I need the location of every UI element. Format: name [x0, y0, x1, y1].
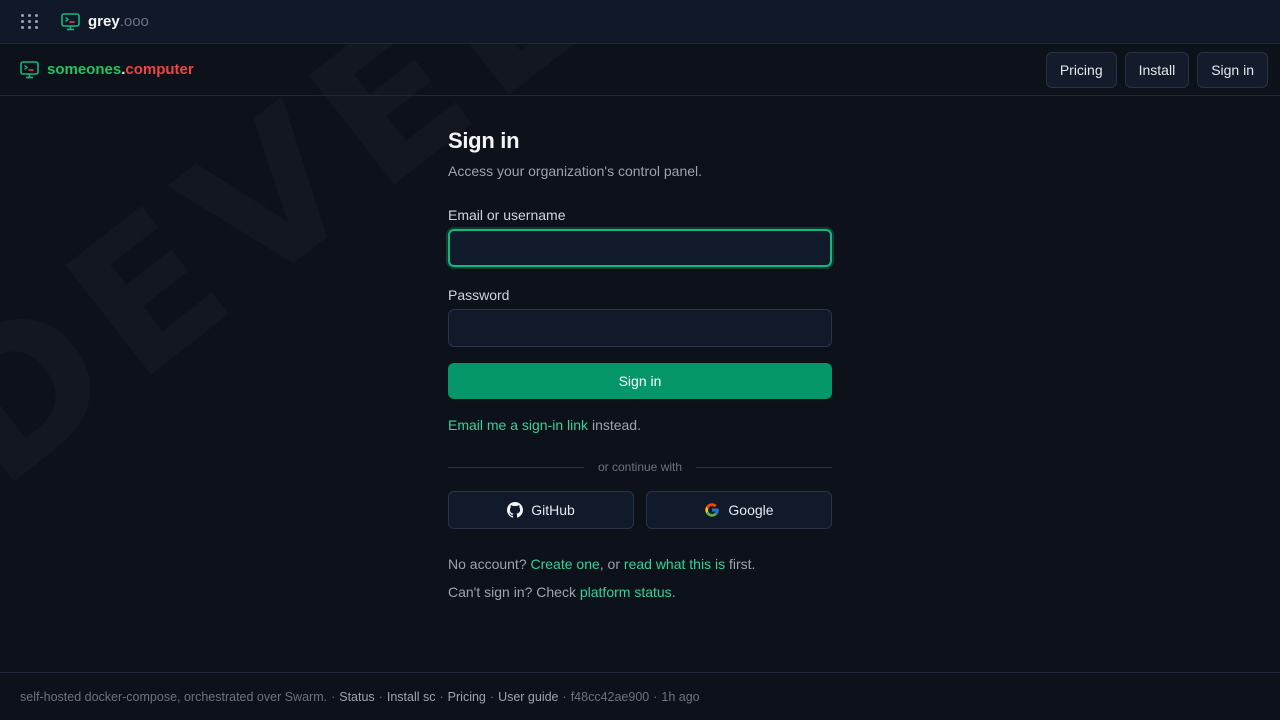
no-account-prefix: No account? [448, 556, 531, 572]
password-label: Password [448, 287, 510, 303]
read-about-link[interactable]: read what this is [624, 556, 725, 572]
create-account-link[interactable]: Create one [531, 556, 600, 572]
page-title: Sign in [448, 128, 520, 153]
footer-age: 1h ago [661, 689, 700, 704]
email-label: Email or username [448, 207, 566, 223]
github-label: GitHub [531, 502, 575, 518]
platform-status-link[interactable]: platform status [580, 584, 672, 600]
footer-separator: · [331, 689, 336, 704]
email-signin-link[interactable]: Email me a sign-in link [448, 417, 588, 433]
divider-line [696, 466, 833, 468]
footer-install-link[interactable]: Install sc [387, 690, 436, 704]
no-account-suffix: first. [725, 556, 756, 572]
footer-separator: · [562, 689, 567, 704]
app-grid-icon[interactable] [20, 12, 40, 32]
brand-name-part1: someones [47, 61, 122, 78]
site-brand-link[interactable]: someones. computer [20, 60, 194, 79]
google-button[interactable]: Google [646, 491, 832, 529]
app-brand[interactable]: grey .ooo [61, 12, 149, 31]
footer-separator: · [653, 689, 658, 704]
app-name: grey [88, 13, 120, 30]
footer-pricing-link[interactable]: Pricing [448, 690, 486, 704]
cant-signin-prefix: Can't sign in? Check [448, 584, 580, 600]
monitor-terminal-icon [61, 12, 80, 30]
google-icon [705, 503, 720, 517]
page-footer: self-hosted docker-compose, orchestrated… [0, 672, 1280, 720]
no-account-mid: , or [599, 556, 624, 572]
cant-signin-line: Can't sign in? Check platform status. [448, 584, 832, 600]
signin-form: Sign in Access your organization's contr… [448, 126, 833, 600]
footer-separator: · [378, 689, 383, 704]
brand-name-part2: computer [125, 61, 194, 78]
magic-link-line: Email me a sign-in link instead. [448, 417, 832, 433]
footer-description: self-hosted docker-compose, orchestrated… [20, 689, 328, 704]
footer-guide-link[interactable]: User guide [498, 690, 558, 704]
pricing-button[interactable]: Pricing [1045, 51, 1117, 88]
divider-text: or continue with [597, 460, 683, 474]
footer-status-link[interactable]: Status [339, 690, 374, 704]
footer-separator: · [489, 689, 495, 704]
site-navbar: someones. computer Pricing Install Sign i… [0, 44, 1280, 96]
divider-line [448, 466, 584, 468]
no-account-line: No account? Create one, or read what thi… [448, 556, 832, 572]
github-button[interactable]: GitHub [448, 491, 634, 529]
nav-signin-button[interactable]: Sign in [1197, 51, 1268, 88]
google-label: Google [728, 502, 774, 518]
nav-actions: Pricing Install Sign in [1045, 51, 1268, 88]
oauth-buttons: GitHub Google [448, 491, 832, 529]
github-icon [507, 502, 524, 518]
page-subtitle: Access your organization's control panel… [448, 163, 703, 179]
top-bar: grey .ooo [0, 0, 1280, 44]
install-button[interactable]: Install [1124, 51, 1190, 88]
oauth-divider: or continue with [448, 460, 833, 474]
app-tld: .ooo [119, 13, 149, 30]
footer-separator: · [439, 689, 444, 704]
magic-link-suffix: instead. [588, 417, 641, 433]
password-input[interactable] [448, 309, 832, 347]
monitor-terminal-icon [20, 60, 39, 78]
footer-commit-hash: f48cc42ae900 [570, 689, 650, 704]
signin-submit-button[interactable]: Sign in [448, 363, 832, 399]
cant-signin-period: . [671, 584, 676, 600]
email-input[interactable] [448, 229, 832, 267]
